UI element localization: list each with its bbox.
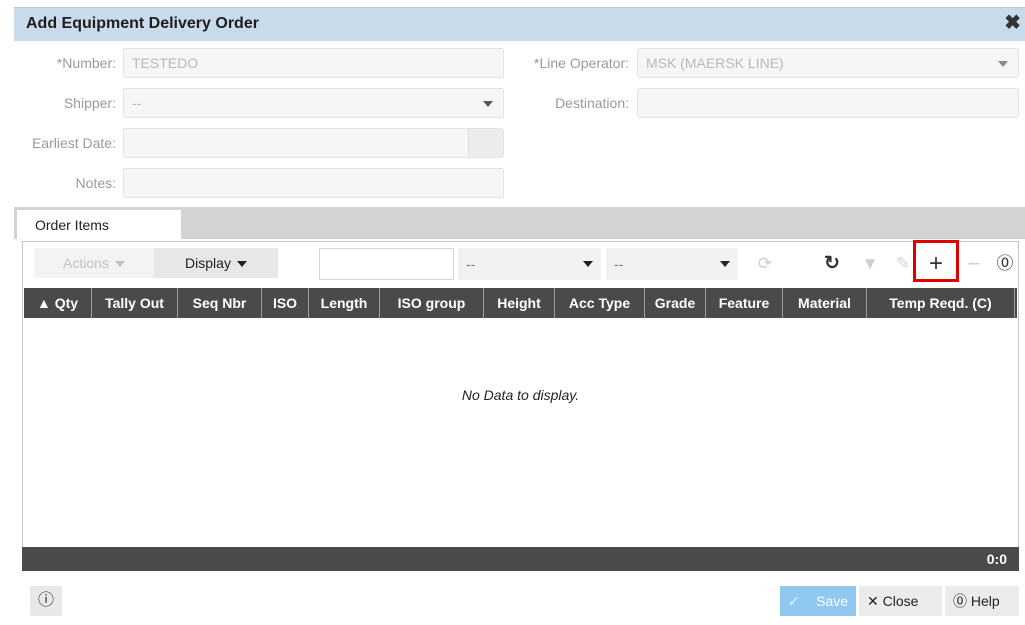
help-icon: ⓪ [953, 593, 967, 609]
column-header-temp-reqd[interactable]: Temp Reqd. (C) [867, 288, 1015, 318]
notes-label: Notes: [75, 175, 116, 191]
column-header-iso-group[interactable]: ISO group [380, 288, 484, 318]
column-header-length[interactable]: Length [309, 288, 380, 318]
column-header-height[interactable]: Height [484, 288, 555, 318]
history-icon[interactable]: ⟳ [752, 250, 778, 278]
tab-order-items[interactable]: Order Items [17, 210, 181, 239]
shipper-label: Shipper: [63, 95, 116, 111]
chevron-down-icon [998, 61, 1008, 67]
close-icon: ✕ [867, 593, 879, 609]
info-icon: ⓘ [37, 592, 54, 609]
sort-asc-icon: ▲ [36, 295, 51, 311]
refresh-icon[interactable]: ↻ [819, 250, 845, 278]
line-operator-label: *Line Operator: [534, 55, 629, 71]
display-label: Display [185, 255, 231, 271]
actions-button[interactable]: Actions [34, 248, 154, 278]
column-header-material[interactable]: Material [783, 288, 867, 318]
close-label: Close [882, 593, 919, 609]
close-icon[interactable]: ✖ [1004, 12, 1021, 34]
help-button[interactable]: ⓪ Help [945, 586, 1019, 616]
dialog-titlebar: Add Equipment Delivery Order ✖ [14, 7, 1025, 41]
line-operator-value: MSK (MAERSK LINE) [646, 55, 784, 71]
check-icon: ✓ [788, 593, 800, 609]
column-header-tally-out[interactable]: Tally Out [92, 288, 178, 318]
record-count: 0:0 [986, 551, 1007, 567]
caret-down-icon [236, 261, 247, 268]
actions-label: Actions [63, 255, 109, 271]
filter-field-value: -- [466, 256, 476, 272]
save-label: Save [816, 593, 848, 609]
chevron-down-icon [583, 261, 593, 267]
number-field[interactable]: TESTEDO [123, 48, 504, 78]
notes-field[interactable] [123, 168, 504, 198]
close-button[interactable]: ✕ Close [859, 586, 942, 616]
number-label: *Number: [56, 55, 116, 71]
filter-operator-value: -- [614, 256, 624, 272]
save-button[interactable]: ✓ Save [780, 586, 856, 616]
chevron-down-icon [483, 101, 493, 107]
column-header-grade[interactable]: Grade [645, 288, 706, 318]
info-button[interactable]: ⓘ [30, 586, 62, 616]
column-header-qty[interactable]: ▲ Qty [24, 288, 92, 318]
help-icon[interactable]: ⓪ [992, 250, 1018, 278]
table-header: ▲ Qty Tally Out Seq Nbr ISO Length ISO g… [24, 288, 1017, 318]
help-label: Help [970, 593, 1000, 609]
empty-message: No Data to display. [461, 387, 580, 403]
shipper-select[interactable]: -- [123, 88, 504, 118]
caret-down-icon [114, 261, 125, 268]
earliest-date-label: Earliest Date: [31, 135, 116, 151]
line-operator-select[interactable]: MSK (MAERSK LINE) [637, 48, 1019, 78]
filter-field-select[interactable]: -- [458, 248, 601, 280]
filter-operator-select[interactable]: -- [606, 248, 738, 280]
column-header-seq-nbr[interactable]: Seq Nbr [178, 288, 262, 318]
calendar-icon[interactable] [468, 129, 503, 157]
filter-input[interactable] [319, 248, 454, 280]
display-button[interactable]: Display [154, 248, 278, 278]
column-header-iso[interactable]: ISO [262, 288, 309, 318]
column-label: Qty [54, 295, 79, 311]
order-items-grid: Actions Display -- -- ⟳ ↻ ▼ ✎ + − ⓪ ▲ Qt… [22, 240, 1019, 571]
shipper-value: -- [132, 95, 142, 111]
destination-field[interactable] [637, 88, 1019, 118]
destination-label: Destination: [555, 95, 629, 111]
tab-strip: Order Items [14, 207, 1025, 239]
chevron-down-icon [720, 261, 730, 267]
filter-icon[interactable]: ▼ [857, 250, 883, 278]
remove-icon[interactable]: − [961, 250, 987, 278]
column-header-feature[interactable]: Feature [706, 288, 783, 318]
earliest-date-field[interactable] [123, 128, 504, 158]
grid-footer: 0:0 [22, 547, 1019, 571]
column-header-acc-type[interactable]: Acc Type [555, 288, 645, 318]
grid-toolbar: Actions Display -- -- ⟳ ↻ ▼ ✎ + − ⓪ [24, 240, 1018, 287]
dialog-title: Add Equipment Delivery Order [26, 15, 259, 32]
add-button-highlight [913, 240, 959, 282]
